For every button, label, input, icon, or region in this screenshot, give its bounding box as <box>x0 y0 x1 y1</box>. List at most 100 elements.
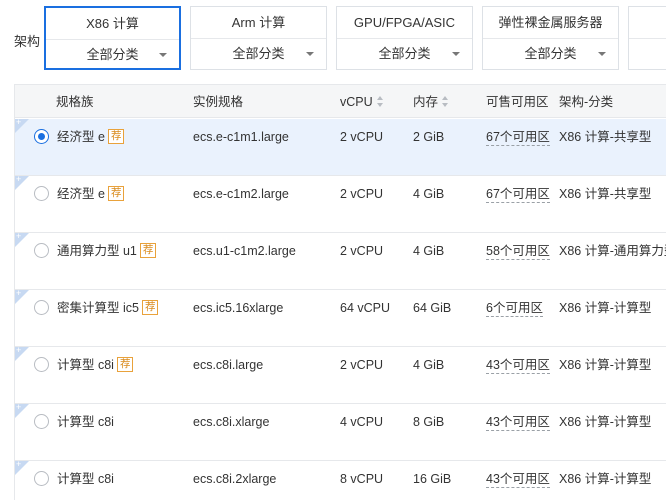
zones-link[interactable]: 6个可用区 <box>486 301 543 317</box>
arch-card-title: X86 计算 <box>46 8 179 40</box>
arch-category-select[interactable]: 全部分类 <box>483 39 618 69</box>
cell-zones: 43个可用区 <box>486 404 550 440</box>
arch-card-arm[interactable]: Arm 计算 全部分类 <box>190 6 327 70</box>
arch-category-select[interactable]: 全部分类 <box>46 40 179 70</box>
recommend-badge: 荐 <box>141 300 159 316</box>
cell-spec: ecs.c8i.xlarge <box>193 415 270 429</box>
architecture-label: 架构 <box>14 34 41 49</box>
caret-down-icon <box>159 53 167 57</box>
caret-down-icon <box>306 52 314 56</box>
column-header-zones: 可售可用区 <box>486 95 549 109</box>
cell-vcpu: 64 vCPU <box>340 301 391 315</box>
cell-arch: X86 计算-计算型 <box>559 358 652 372</box>
cell-spec: ecs.c8i.2xlarge <box>193 472 277 486</box>
plus-icon: + <box>16 117 22 127</box>
cell-spec: ecs.ic5.16xlarge <box>193 301 284 315</box>
cell-arch: X86 计算-计算型 <box>559 301 652 315</box>
column-header-spec: 实例规格 <box>193 95 244 109</box>
zones-link[interactable]: 43个可用区 <box>486 472 550 488</box>
row-radio[interactable] <box>34 357 49 372</box>
table-row[interactable]: + 密集计算型 ic5 荐 ecs.ic5.16xlarge 64 vCPU 64 GiB… <box>15 288 666 347</box>
cell-memory: 4 GiB <box>413 358 445 372</box>
table-row[interactable]: + 计算型 c8i ecs.c8i.xlarge 4 vCPU 8 GiB 43个可用区 X… <box>15 402 666 461</box>
cell-family: 计算型 c8i 荐 <box>57 347 134 383</box>
cell-zones: 67个可用区 <box>486 176 550 212</box>
arch-category-select[interactable]: 全部分类 <box>191 39 326 69</box>
cell-memory: 2 GiB <box>413 130 445 144</box>
cell-family: 计算型 c8i <box>57 415 114 429</box>
table-row[interactable]: + 计算型 c8i 荐 ecs.c8i.large 2 vCPU 4 GiB 43个可用区 X… <box>15 345 666 404</box>
cell-arch: X86 计算-计算型 <box>559 472 652 486</box>
cell-family: 通用算力型 u1 荐 <box>57 233 157 269</box>
plus-icon: + <box>16 459 22 469</box>
table-row[interactable]: + 计算型 c8i ecs.c8i.2xlarge 8 vCPU 16 GiB 43个可用… <box>15 459 666 500</box>
table-row[interactable]: + 通用算力型 u1 荐 ecs.u1-c1m2.large 2 vCPU 4 GiB 58… <box>15 231 666 290</box>
column-header-family: 规格族 <box>56 95 94 109</box>
cell-zones: 43个可用区 <box>486 461 550 497</box>
arch-card-title <box>629 7 666 39</box>
cell-family: 计算型 c8i <box>57 472 114 486</box>
arch-card-more[interactable] <box>628 6 666 70</box>
cell-vcpu: 4 vCPU <box>340 415 384 429</box>
table-row[interactable]: + 经济型 e 荐 ecs.e-c1m2.large 2 vCPU 4 GiB 67个可用区… <box>15 174 666 233</box>
cell-family: 经济型 e荐 <box>57 176 125 212</box>
cell-memory: 8 GiB <box>413 415 445 429</box>
recommend-badge: 荐 <box>107 129 125 145</box>
recommend-badge: 荐 <box>139 243 157 259</box>
cell-arch: X86 计算-共享型 <box>559 187 652 201</box>
cell-arch: X86 计算-共享型 <box>559 130 652 144</box>
cell-memory: 64 GiB <box>413 301 452 315</box>
row-radio[interactable] <box>34 300 49 315</box>
zones-link[interactable]: 67个可用区 <box>486 130 550 146</box>
arch-card-x86[interactable]: X86 计算 全部分类 <box>44 6 181 70</box>
cell-vcpu: 2 vCPU <box>340 130 384 144</box>
zones-link[interactable]: 58个可用区 <box>486 244 550 260</box>
recommend-badge: 荐 <box>107 186 125 202</box>
row-radio[interactable] <box>34 243 49 258</box>
cell-spec: ecs.e-c1m1.large <box>193 130 289 144</box>
cell-spec: ecs.e-c1m2.large <box>193 187 289 201</box>
arch-card-title: 弹性裸金属服务器 <box>483 7 618 39</box>
cell-vcpu: 2 vCPU <box>340 244 384 258</box>
cell-zones: 67个可用区 <box>486 119 550 155</box>
arch-category-value: 全部分类 <box>524 46 577 61</box>
row-radio[interactable] <box>34 186 49 201</box>
cell-zones: 6个可用区 <box>486 290 543 326</box>
arch-category-select[interactable] <box>629 39 666 69</box>
arch-category-value: 全部分类 <box>232 46 285 61</box>
zones-link[interactable]: 43个可用区 <box>486 358 550 374</box>
cell-memory: 16 GiB <box>413 472 452 486</box>
plus-icon: + <box>16 174 22 184</box>
plus-icon: + <box>16 402 22 412</box>
cell-family: 经济型 e荐 <box>57 119 125 155</box>
cell-spec: ecs.c8i.large <box>193 358 264 372</box>
arch-category-select[interactable]: 全部分类 <box>337 39 472 69</box>
cell-memory: 4 GiB <box>413 187 445 201</box>
column-header-memory[interactable]: 内存 <box>413 85 449 119</box>
sort-icon[interactable] <box>376 96 384 108</box>
cell-arch: X86 计算-计算型 <box>559 415 652 429</box>
plus-icon: + <box>16 288 22 298</box>
row-radio[interactable] <box>34 414 49 429</box>
zones-link[interactable]: 43个可用区 <box>486 415 550 431</box>
arch-card-title: Arm 计算 <box>191 7 326 39</box>
row-radio[interactable] <box>34 471 49 486</box>
cell-family: 密集计算型 ic5 荐 <box>57 290 159 326</box>
instance-table: 规格族 实例规格 vCPU 内存 可售可用区 架构-分类 + 经济型 e 荐 ecs.… <box>14 84 666 500</box>
plus-icon: + <box>16 231 22 241</box>
caret-down-icon <box>598 52 606 56</box>
plus-icon: + <box>16 345 22 355</box>
zones-link[interactable]: 67个可用区 <box>486 187 550 203</box>
column-header-vcpu[interactable]: vCPU <box>340 85 384 119</box>
cell-memory: 4 GiB <box>413 244 445 258</box>
row-radio[interactable] <box>34 129 49 144</box>
cell-zones: 43个可用区 <box>486 347 550 383</box>
arch-card-bare-metal[interactable]: 弹性裸金属服务器 全部分类 <box>482 6 619 70</box>
caret-down-icon <box>452 52 460 56</box>
table-row[interactable]: + 经济型 e 荐 ecs.e-c1m1.large 2 vCPU 2 GiB 67个可用区… <box>15 117 666 176</box>
arch-card-gpu[interactable]: GPU/FPGA/ASIC 全部分类 <box>336 6 473 70</box>
cell-vcpu: 2 vCPU <box>340 187 384 201</box>
sort-icon[interactable] <box>442 96 449 108</box>
arch-card-title: GPU/FPGA/ASIC <box>337 7 472 39</box>
arch-category-value: 全部分类 <box>378 46 431 61</box>
